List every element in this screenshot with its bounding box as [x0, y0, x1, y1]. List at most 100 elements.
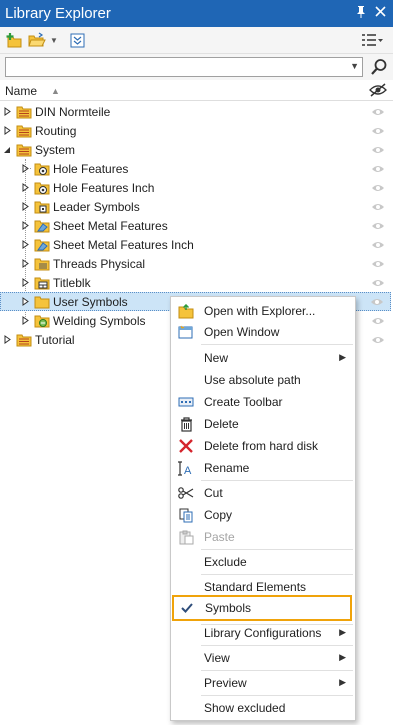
title-bar: Library Explorer	[0, 0, 393, 27]
blank-icon	[174, 348, 198, 368]
expand-arrow-icon[interactable]	[2, 121, 12, 140]
submenu-arrow-icon: ▶	[339, 627, 346, 637]
add-library-icon[interactable]	[4, 30, 24, 50]
search-combobox[interactable]: ▼	[5, 57, 363, 77]
tree-item-label: Welding Symbols	[53, 313, 146, 328]
menu-item-delete-from-hard-disk[interactable]: Delete from hard disk	[171, 436, 355, 456]
menu-separator	[201, 480, 353, 481]
menu-separator	[201, 645, 353, 646]
menu-item-open-window[interactable]: Open Window	[171, 322, 355, 342]
trash-icon	[174, 414, 198, 434]
expand-arrow-icon[interactable]	[20, 254, 30, 273]
tree-item[interactable]: Threads Physical	[0, 254, 391, 273]
expand-arrow-icon[interactable]	[20, 235, 30, 254]
expand-arrow-icon[interactable]	[2, 330, 12, 349]
context-menu: Open with Explorer... Open Window New ▶ …	[170, 296, 356, 721]
menu-item-symbols[interactable]: Symbols	[172, 595, 352, 621]
menu-item-show-excluded[interactable]: Show excluded	[171, 698, 355, 718]
menu-separator	[201, 695, 353, 696]
tree-item[interactable]: Leader Symbols	[0, 197, 391, 216]
paste-icon	[174, 527, 198, 547]
visibility-eye-icon[interactable]	[371, 334, 385, 348]
explorer-folder-icon	[174, 301, 198, 321]
folder-icon	[34, 294, 50, 309]
window-title: Library Explorer	[5, 5, 111, 22]
expand-arrow-icon[interactable]	[20, 197, 30, 216]
tree-item-label: Sheet Metal Features Inch	[53, 237, 194, 252]
expand-arrow-icon[interactable]	[20, 292, 30, 311]
pin-icon[interactable]	[355, 5, 367, 22]
expand-arrow-icon[interactable]	[2, 102, 12, 121]
tree-item-label: Titleblk	[53, 275, 91, 290]
submenu-arrow-icon: ▶	[339, 352, 346, 362]
menu-separator	[201, 574, 353, 575]
tree-item[interactable]: DIN Normteile	[0, 102, 391, 121]
expand-arrow-icon[interactable]	[20, 216, 30, 235]
copy-icon	[174, 505, 198, 525]
dropdown-icon[interactable]: ▼	[50, 30, 58, 50]
visibility-eye-icon[interactable]	[371, 315, 385, 329]
tree-item-label: Leader Symbols	[53, 199, 140, 214]
tree-item[interactable]: System	[0, 140, 391, 159]
collapse-icon[interactable]	[67, 30, 87, 50]
visibility-eye-icon[interactable]	[371, 277, 385, 291]
menu-item-cut[interactable]: Cut	[171, 483, 355, 503]
tree-item[interactable]: Routing	[0, 121, 391, 140]
search-dropdown-icon[interactable]: ▼	[350, 61, 359, 71]
menu-item-delete[interactable]: Delete	[171, 414, 355, 434]
blank-icon	[174, 552, 198, 572]
blank-icon	[174, 370, 198, 390]
menu-item-open-with-explorer[interactable]: Open with Explorer...	[171, 301, 355, 321]
visibility-eye-icon[interactable]	[370, 296, 384, 310]
visibility-eye-icon[interactable]	[371, 239, 385, 253]
menu-item-create-toolbar[interactable]: Create Toolbar	[171, 392, 355, 412]
close-icon[interactable]	[375, 5, 386, 22]
visibility-eye-icon[interactable]	[371, 258, 385, 272]
visibility-eye-icon[interactable]	[371, 163, 385, 177]
expand-arrow-icon[interactable]	[20, 273, 30, 292]
menu-item-library-configurations[interactable]: Library Configurations ▶	[171, 623, 355, 643]
name-column-header[interactable]: Name	[5, 84, 37, 98]
tree-item[interactable]: Titleblk	[0, 273, 391, 292]
visibility-eye-icon[interactable]	[371, 106, 385, 120]
tree-item-label: Threads Physical	[53, 256, 146, 271]
visibility-eye-icon[interactable]	[371, 220, 385, 234]
tree-item[interactable]: Hole Features	[0, 159, 391, 178]
menu-separator	[201, 549, 353, 550]
tree-item[interactable]: Sheet Metal Features	[0, 216, 391, 235]
tree-item-label: Sheet Metal Features	[53, 218, 168, 233]
visibility-eye-icon[interactable]	[371, 182, 385, 196]
visibility-eye-icon[interactable]	[371, 144, 385, 158]
column-header[interactable]: Name ▲	[0, 81, 393, 101]
menu-separator	[201, 670, 353, 671]
sheet-metal-folder-icon	[34, 218, 50, 233]
visibility-eye-icon[interactable]	[371, 125, 385, 139]
visibility-header-icon[interactable]	[369, 83, 387, 100]
menu-item-paste[interactable]: Paste	[171, 527, 355, 547]
menu-item-use-absolute-path[interactable]: Use absolute path	[171, 370, 355, 390]
menu-item-view[interactable]: View ▶	[171, 648, 355, 668]
open-folder-icon[interactable]	[27, 30, 47, 50]
blank-icon	[174, 648, 198, 668]
menu-item-standard-elements[interactable]: Standard Elements	[171, 577, 355, 597]
search-input[interactable]	[6, 58, 346, 76]
tree-item-label: Tutorial	[35, 332, 75, 347]
menu-item-exclude[interactable]: Exclude	[171, 552, 355, 572]
search-icon[interactable]	[369, 57, 389, 77]
tree-item[interactable]: Hole Features Inch	[0, 178, 391, 197]
menu-item-copy[interactable]: Copy	[171, 505, 355, 525]
tree-item[interactable]: Sheet Metal Features Inch	[0, 235, 391, 254]
view-options-icon[interactable]	[361, 30, 383, 50]
symbol-folder-icon	[34, 199, 50, 214]
library-folder-icon	[16, 104, 32, 119]
expand-arrow-icon[interactable]	[20, 311, 30, 330]
red-x-icon	[174, 436, 198, 456]
collapse-arrow-icon[interactable]	[2, 140, 12, 159]
sort-ascending-icon: ▲	[51, 85, 60, 96]
menu-item-rename[interactable]: A Rename	[171, 458, 355, 478]
symbol-folder-icon	[34, 161, 50, 176]
menu-item-new[interactable]: New ▶	[171, 348, 355, 368]
visibility-eye-icon[interactable]	[371, 201, 385, 215]
menu-item-preview[interactable]: Preview ▶	[171, 673, 355, 693]
expand-arrow-icon[interactable]	[20, 178, 30, 197]
